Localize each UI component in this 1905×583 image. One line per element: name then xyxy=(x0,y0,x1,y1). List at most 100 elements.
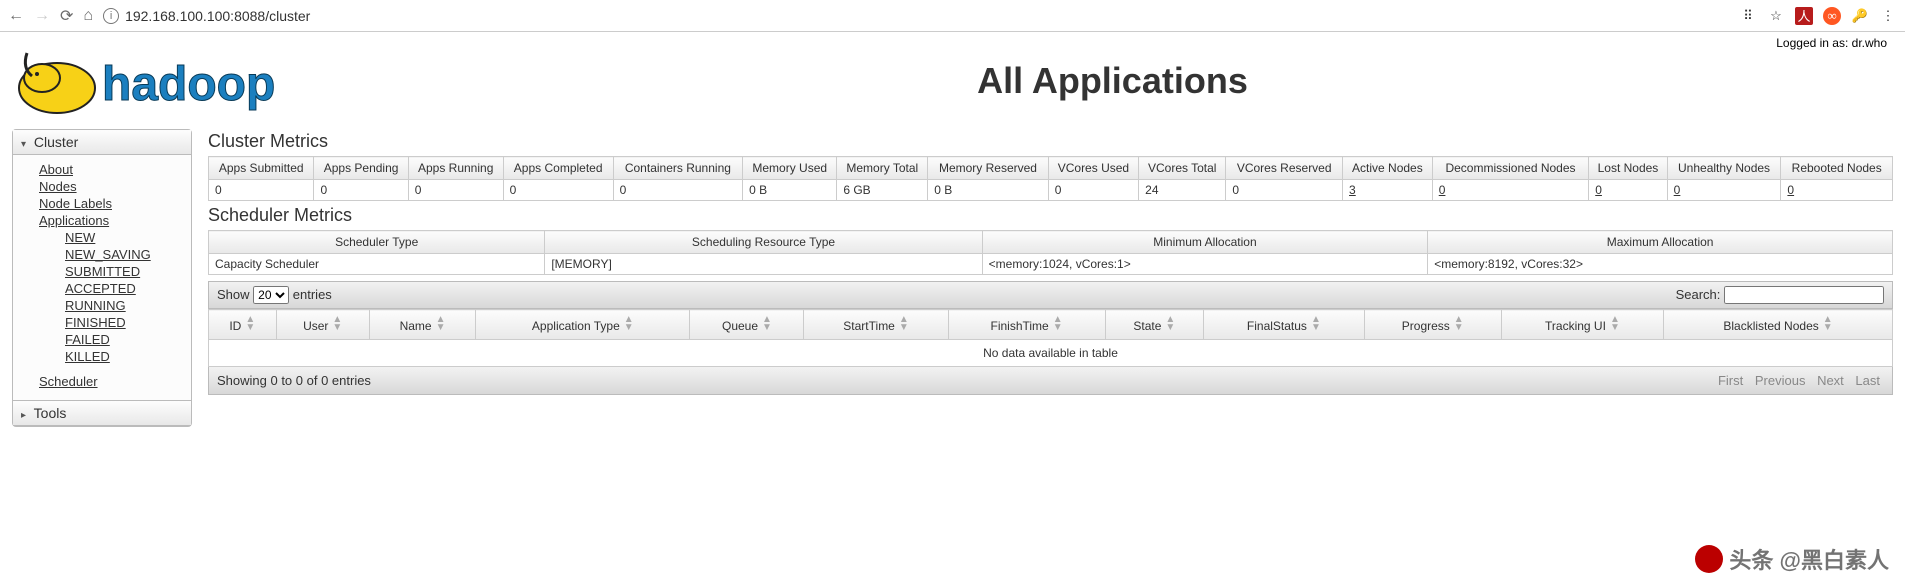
show-label-pre: Show xyxy=(217,287,250,302)
pdf-ext-icon[interactable]: 人 xyxy=(1795,7,1813,25)
cm-link[interactable]: 0 xyxy=(1439,183,1446,197)
sidebar-link-finished[interactable]: FINISHED xyxy=(13,314,191,331)
apps-header[interactable]: User▲▼ xyxy=(276,310,369,340)
cm-link[interactable]: 0 xyxy=(1674,183,1681,197)
cluster-metrics-table: Apps SubmittedApps PendingApps RunningAp… xyxy=(208,156,1893,201)
cm-link[interactable]: 0 xyxy=(1787,183,1794,197)
sidebar-link-about[interactable]: About xyxy=(13,161,191,178)
datatable-footer: Showing 0 to 0 of 0 entries First Previo… xyxy=(208,367,1893,395)
sidebar-link-new-saving[interactable]: NEW_SAVING xyxy=(13,246,191,263)
page-header: Logged in as: dr.who hadoop All Applicat… xyxy=(0,32,1905,121)
home-icon[interactable]: ⌂ xyxy=(83,7,93,25)
page-title: All Applications xyxy=(332,38,1893,102)
cm-header: VCores Reserved xyxy=(1226,157,1343,180)
sidebar-link-node-labels[interactable]: Node Labels xyxy=(13,195,191,212)
apps-header[interactable]: FinalStatus▲▼ xyxy=(1204,310,1364,340)
sidebar-link-scheduler[interactable]: Scheduler xyxy=(13,373,191,390)
apps-header[interactable]: Blacklisted Nodes▲▼ xyxy=(1664,310,1893,340)
cm-header: Memory Total xyxy=(837,157,928,180)
menu-icon[interactable]: ⋮ xyxy=(1879,7,1897,25)
sidebar-sec-label: Tools xyxy=(34,405,67,421)
apps-header[interactable]: State▲▼ xyxy=(1105,310,1204,340)
pager: First Previous Next Last xyxy=(1714,373,1884,388)
url-bar[interactable]: i 192.168.100.100:8088/cluster xyxy=(103,8,1729,24)
pager-prev[interactable]: Previous xyxy=(1755,373,1806,388)
sidebar-sec-cluster[interactable]: ▾ Cluster xyxy=(13,130,191,155)
sm-header: Minimum Allocation xyxy=(982,231,1428,254)
search-box: Search: xyxy=(1676,286,1884,304)
translate-icon[interactable]: ⠿ xyxy=(1739,7,1757,25)
back-icon[interactable]: ← xyxy=(8,7,24,25)
sort-icon: ▲▼ xyxy=(1165,316,1175,332)
url-text: 192.168.100.100:8088/cluster xyxy=(125,8,310,24)
cm-header: Lost Nodes xyxy=(1589,157,1667,180)
datatable-info: Showing 0 to 0 of 0 entries xyxy=(217,373,371,388)
sidebar-link-submitted[interactable]: SUBMITTED xyxy=(13,263,191,280)
sidebar-link-new[interactable]: NEW xyxy=(13,229,191,246)
sort-icon: ▲▼ xyxy=(1311,316,1321,332)
watermark-avatar-icon xyxy=(1695,545,1723,573)
main: Cluster Metrics Apps SubmittedApps Pendi… xyxy=(208,129,1893,395)
sm-cell: <memory:1024, vCores:1> xyxy=(982,254,1428,275)
show-label-post: entries xyxy=(293,287,332,302)
cm-link[interactable]: 0 xyxy=(1595,183,1602,197)
sort-icon: ▲▼ xyxy=(624,316,634,332)
cm-header: Containers Running xyxy=(613,157,743,180)
apps-header[interactable]: FinishTime▲▼ xyxy=(948,310,1105,340)
info-icon[interactable]: i xyxy=(103,8,119,24)
scheduler-metrics-table: Scheduler TypeScheduling Resource TypeMi… xyxy=(208,230,1893,275)
sidebar-sec-tools[interactable]: ▸ Tools xyxy=(13,400,191,426)
sidebar-link-failed[interactable]: FAILED xyxy=(13,331,191,348)
apps-header[interactable]: ID▲▼ xyxy=(209,310,277,340)
apps-header[interactable]: StartTime▲▼ xyxy=(804,310,948,340)
datatable-controls: Show 20 entries Search: xyxy=(208,281,1893,309)
star-icon[interactable]: ☆ xyxy=(1767,7,1785,25)
apps-header[interactable]: Application Type▲▼ xyxy=(476,310,690,340)
apps-header[interactable]: Name▲▼ xyxy=(369,310,475,340)
cm-cell: 0 xyxy=(1048,180,1138,201)
reload-icon[interactable]: ⟳ xyxy=(60,6,73,26)
sidebar-cluster-body: About Nodes Node Labels Applications NEW… xyxy=(13,155,191,400)
apps-header[interactable]: Progress▲▼ xyxy=(1364,310,1501,340)
apps-header[interactable]: Tracking UI▲▼ xyxy=(1501,310,1663,340)
cm-cell: 3 xyxy=(1343,180,1433,201)
sm-cell: [MEMORY] xyxy=(545,254,982,275)
sidebar-link-applications[interactable]: Applications xyxy=(13,212,191,229)
sidebar-sec-label: Cluster xyxy=(34,134,78,150)
orange-ext-icon[interactable]: ∞ xyxy=(1823,7,1841,25)
watermark: 头条 @黑白素人 xyxy=(1695,543,1889,575)
scheduler-metrics-title: Scheduler Metrics xyxy=(208,205,1893,226)
sidebar-link-nodes[interactable]: Nodes xyxy=(13,178,191,195)
cm-cell: 0 xyxy=(1226,180,1343,201)
cm-cell: 0 B xyxy=(743,180,837,201)
forward-icon[interactable]: → xyxy=(34,7,50,25)
svg-text:hadoop: hadoop xyxy=(102,58,275,111)
empty-row: No data available in table xyxy=(209,340,1893,367)
key-icon[interactable]: 🔑 xyxy=(1851,7,1869,25)
cm-cell: 0 B xyxy=(928,180,1048,201)
sort-icon: ▲▼ xyxy=(1610,316,1620,332)
cm-cell: 0 xyxy=(503,180,613,201)
sidebar-link-accepted[interactable]: ACCEPTED xyxy=(13,280,191,297)
cm-link[interactable]: 3 xyxy=(1349,183,1356,197)
pager-first[interactable]: First xyxy=(1718,373,1743,388)
pager-next[interactable]: Next xyxy=(1817,373,1844,388)
apps-header[interactable]: Queue▲▼ xyxy=(690,310,804,340)
sidebar-link-running[interactable]: RUNNING xyxy=(13,297,191,314)
sm-header: Maximum Allocation xyxy=(1428,231,1893,254)
login-info: Logged in as: dr.who xyxy=(1776,36,1887,50)
cm-header: Apps Completed xyxy=(503,157,613,180)
cm-header: Active Nodes xyxy=(1343,157,1433,180)
search-input[interactable] xyxy=(1724,286,1884,304)
show-entries-select[interactable]: 20 xyxy=(253,286,289,304)
cm-cell: 24 xyxy=(1139,180,1226,201)
chevron-down-icon: ▾ xyxy=(21,139,26,150)
sort-icon: ▲▼ xyxy=(332,316,342,332)
sm-cell: <memory:8192, vCores:32> xyxy=(1428,254,1893,275)
pager-last[interactable]: Last xyxy=(1855,373,1880,388)
sidebar-link-killed[interactable]: KILLED xyxy=(13,348,191,365)
cm-header: VCores Used xyxy=(1048,157,1138,180)
content: ▾ Cluster About Nodes Node Labels Applic… xyxy=(0,121,1905,435)
sort-icon: ▲▼ xyxy=(1823,316,1833,332)
cm-cell: 0 xyxy=(1432,180,1589,201)
